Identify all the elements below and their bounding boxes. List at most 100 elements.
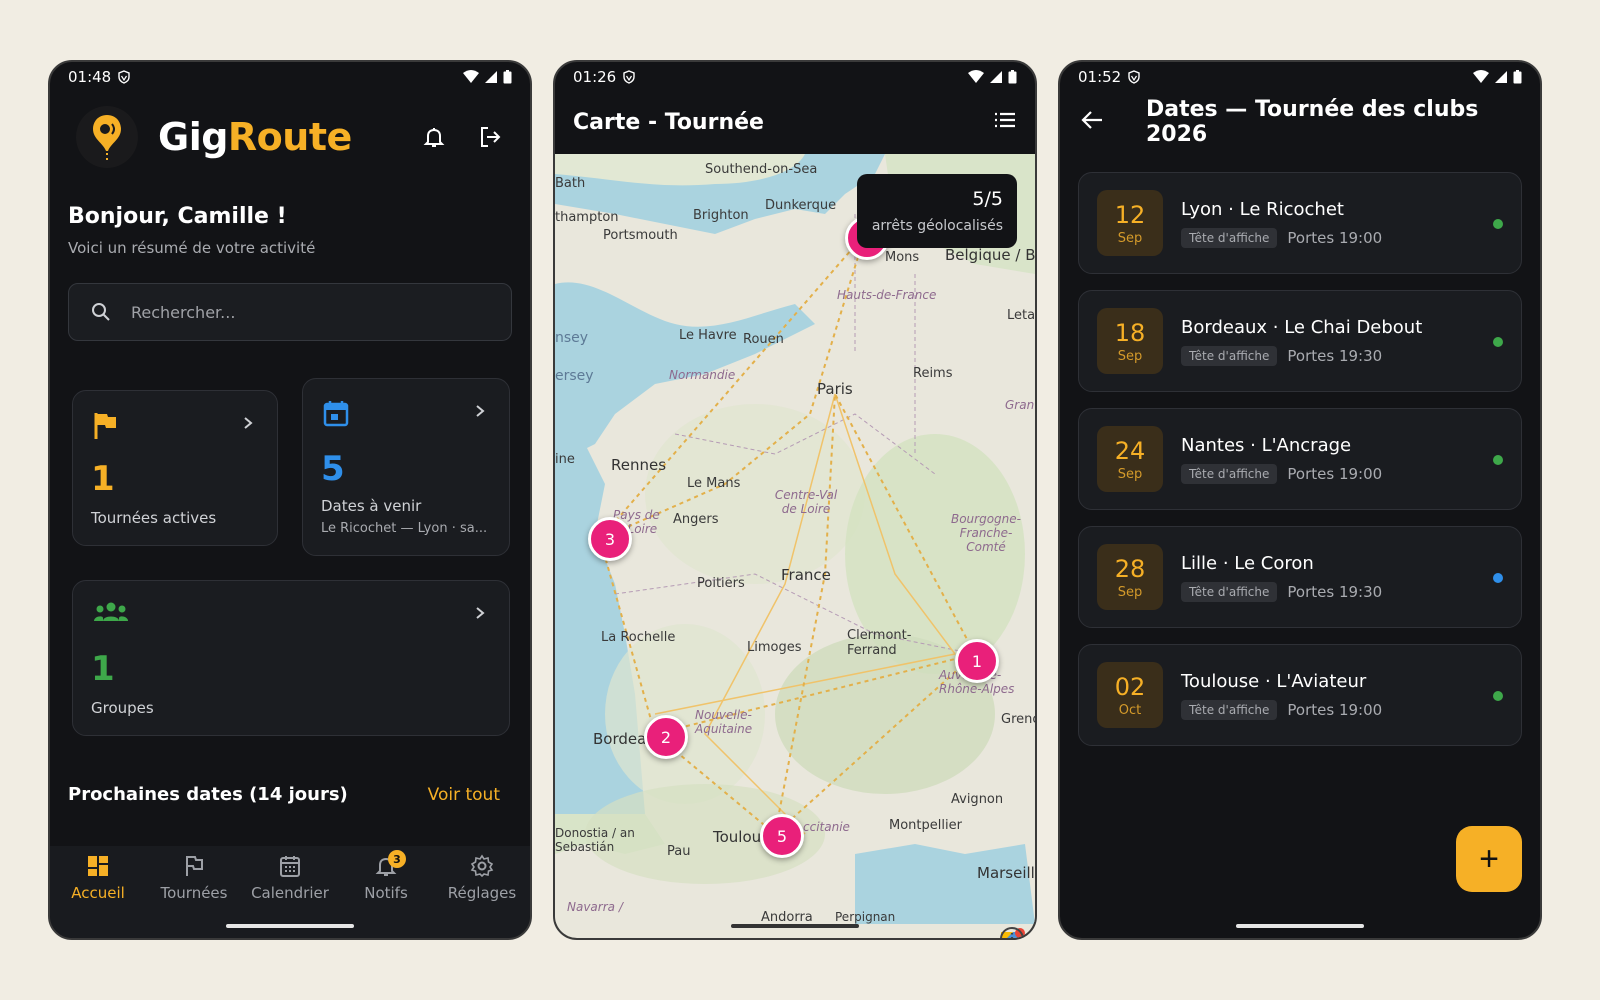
map-label-limoges: Limoges — [747, 640, 802, 655]
map-marker-5[interactable]: 5 — [760, 814, 804, 858]
geolocated-summary: 5/5 arrêts géolocalisés — [857, 174, 1017, 248]
nav-item-settings[interactable]: Réglages — [434, 854, 530, 938]
doors-time: Portes 19:00 — [1287, 464, 1383, 483]
date-day: 24 — [1114, 436, 1146, 465]
card-upcoming-dates[interactable]: 5 Dates à venir Le Ricochet — Lyon · sa.… — [302, 378, 510, 556]
billing-tag: Tête d'affiche — [1181, 345, 1278, 366]
page-title: Carte - Tournée — [573, 109, 764, 135]
date-card[interactable]: 28 Sep Lille · Le Coron Tête d'affiche P… — [1078, 526, 1522, 628]
map-label-rouen: Rouen — [743, 332, 784, 347]
billing-tag: Tête d'affiche — [1181, 699, 1278, 720]
doors-time: Portes 19:00 — [1287, 700, 1383, 719]
card-active-tours[interactable]: 1 Tournées actives — [72, 390, 278, 546]
phone-home: 01:48 GigRoute Bonjour, Camille ! Voici … — [48, 60, 532, 940]
home-header: GigRoute — [50, 92, 530, 182]
upcoming-section-header: Prochaines dates (14 jours) Voir tout — [68, 784, 500, 805]
nav-label: Calendrier — [251, 884, 329, 902]
date-card[interactable]: 02 Oct Toulouse · L'Aviateur Tête d'affi… — [1078, 644, 1522, 746]
map-label-grenoble: Grenc — [1001, 712, 1035, 727]
vpn-shield-icon — [622, 70, 636, 84]
date-day: 18 — [1114, 318, 1146, 347]
gesture-bar[interactable] — [226, 924, 354, 928]
list-icon — [995, 112, 1015, 128]
dashboard-icon — [88, 856, 108, 876]
upcoming-dates-label: Dates à venir — [321, 497, 422, 515]
nav-item-home[interactable]: Accueil — [50, 854, 146, 938]
map-marker-2[interactable]: 2 — [644, 715, 688, 759]
upcoming-title: Prochaines dates (14 jours) — [68, 784, 348, 805]
map-label-nouvelle-aquitaine: Nouvelle-Aquitaine — [695, 708, 753, 736]
date-venue: Toulouse · L'Aviateur — [1181, 670, 1367, 692]
see-all-link[interactable]: Voir tout — [428, 785, 500, 805]
signal-icon — [1494, 70, 1508, 84]
gesture-bar[interactable] — [1236, 924, 1364, 928]
wifi-icon — [1473, 70, 1489, 84]
map-label-la-rochelle: La Rochelle — [601, 630, 676, 645]
flag-icon — [93, 411, 119, 445]
card-groups[interactable]: 1 Groupes — [72, 580, 510, 736]
date-month: Sep — [1117, 348, 1143, 364]
battery-icon — [503, 70, 512, 84]
map-label-occitanie: ccitanie — [803, 820, 850, 834]
greeting: Bonjour, Camille ! Voici un résumé de vo… — [50, 182, 530, 257]
billing-tag: Tête d'affiche — [1181, 463, 1278, 484]
map-marker-3[interactable]: 3 — [588, 517, 632, 561]
chevron-right-icon — [475, 403, 485, 422]
map-label-rennes: Rennes — [611, 456, 667, 474]
search-placeholder: Rechercher... — [131, 302, 236, 322]
doors-time: Portes 19:00 — [1287, 228, 1383, 247]
map-label-perpignan: Perpignan — [835, 910, 896, 924]
date-venue: Lyon · Le Ricochet — [1181, 198, 1344, 220]
status-dot — [1493, 337, 1503, 347]
add-date-button[interactable]: + — [1456, 826, 1522, 892]
doors-time: Portes 19:30 — [1287, 346, 1383, 365]
map-label-leta: Leta — [1007, 308, 1035, 323]
status-time: 01:48 — [68, 68, 112, 86]
notifications-button[interactable] — [414, 117, 454, 157]
gesture-bar[interactable] — [731, 924, 859, 928]
page-title: Dates — Tournée des clubs 2026 — [1146, 97, 1479, 147]
search-input[interactable]: Rechercher... — [68, 283, 512, 341]
date-month: Sep — [1117, 230, 1143, 246]
battery-icon — [1008, 70, 1017, 84]
battery-icon — [1513, 70, 1522, 84]
map-label-reims: Reims — [913, 366, 953, 381]
phone-dates: 01:52 Dates — Tournée des clubs 2026 12 … — [1058, 60, 1542, 940]
date-card[interactable]: 24 Sep Nantes · L'Ancrage Tête d'affiche… — [1078, 408, 1522, 510]
map-label-bath: Bath — [555, 176, 586, 191]
nav-label: Réglages — [447, 884, 517, 902]
nav-label: Tournées — [160, 884, 228, 902]
date-day: 28 — [1114, 554, 1146, 583]
arrow-back-icon — [1081, 111, 1102, 129]
signal-icon — [989, 70, 1003, 84]
groups-icon — [93, 601, 129, 627]
date-day: 02 — [1114, 672, 1146, 701]
greeting-title: Bonjour, Camille ! — [68, 204, 287, 229]
status-bar: 01:48 — [50, 62, 530, 92]
date-badge: 24 Sep — [1097, 426, 1163, 492]
map-marker-1[interactable]: 1 — [955, 639, 999, 683]
flag-icon — [186, 856, 203, 876]
logout-button[interactable] — [470, 117, 510, 157]
status-dot — [1493, 219, 1503, 229]
notif-badge: 3 — [387, 850, 406, 868]
date-month: Sep — [1117, 584, 1143, 600]
map-view[interactable]: Southend-on-Sea Bath Brighton thampton P… — [555, 154, 1035, 938]
upcoming-dates-sub: Le Ricochet — Lyon · sa... — [321, 521, 488, 536]
map-label-jersey: nsey — [555, 330, 589, 346]
map-label-guernsey: ersey — [555, 368, 594, 384]
dates-list: 12 Sep Lyon · Le Ricochet Tête d'affiche… — [1060, 152, 1540, 746]
brand-name: GigRoute — [158, 115, 352, 159]
date-badge: 12 Sep — [1097, 190, 1163, 256]
billing-tag: Tête d'affiche — [1181, 581, 1278, 602]
info-icon — [1000, 927, 1024, 938]
date-card[interactable]: 18 Sep Bordeaux · Le Chai Debout Tête d'… — [1078, 290, 1522, 392]
wifi-icon — [968, 70, 984, 84]
list-view-button[interactable] — [993, 110, 1017, 134]
phone-map: 01:26 Carte - Tournée Southend-on-Sea Ba… — [553, 60, 1037, 940]
date-card[interactable]: 12 Sep Lyon · Le Ricochet Tête d'affiche… — [1078, 172, 1522, 274]
back-button[interactable] — [1080, 109, 1104, 135]
map-label-dunkerque: Dunkerque — [765, 198, 837, 213]
date-venue: Lille · Le Coron — [1181, 552, 1314, 574]
map-label-marseille: Marseill — [977, 864, 1035, 882]
